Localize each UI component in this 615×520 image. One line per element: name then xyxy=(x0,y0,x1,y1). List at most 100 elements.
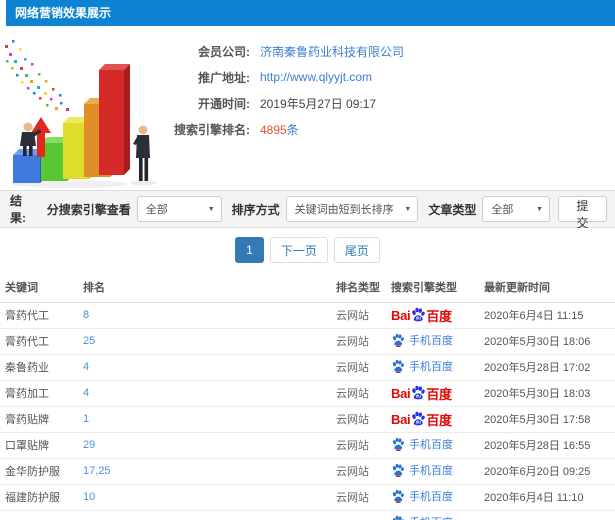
baidu-bai-text: Bai xyxy=(391,411,411,427)
company-row: 会员公司: 济南秦鲁药业科技有限公司 xyxy=(170,38,404,64)
cell-keyword xyxy=(0,510,83,520)
pagination: 1 下一页 尾页 xyxy=(0,228,615,272)
chevron-down-icon: ▼ xyxy=(536,205,544,213)
cell-time: 2020年6月20日 09:25 xyxy=(484,458,615,485)
mobile-baidu-paw-icon xyxy=(392,437,404,451)
last-page-button[interactable]: 尾页 xyxy=(333,237,380,263)
confetti-dots xyxy=(5,40,69,111)
cell-rank-type: 云网站 xyxy=(336,432,391,459)
baidu-cn-text: 百度 xyxy=(426,386,452,402)
cell-keyword: 金华防护服 xyxy=(0,458,83,485)
article-select-value: 全部 xyxy=(491,204,514,216)
cell-keyword: 秦鲁药业 xyxy=(0,354,83,381)
cell-rank[interactable] xyxy=(83,510,336,520)
engine-select-value: 全部 xyxy=(145,204,168,216)
cell-time: 2020年5月28日 16:55 xyxy=(484,432,615,459)
engine-select[interactable]: 全部 ▼ xyxy=(136,196,222,222)
cell-time xyxy=(484,510,615,520)
page-title-bar: 网络营销效果展示 xyxy=(6,0,615,26)
mobile-baidu-paw-icon xyxy=(392,489,404,503)
mobile-baidu-text: 手机百度 xyxy=(409,335,453,347)
cell-rank-type: 云网站 xyxy=(336,354,391,381)
company-link[interactable]: 济南秦鲁药业科技有限公司 xyxy=(260,43,404,60)
baidu-mobile-badge: 手机百度 xyxy=(391,462,453,478)
promo-url-row: 推广地址: http://www.qlyyjt.com xyxy=(170,64,404,90)
cell-keyword: 口罩贴牌 xyxy=(0,432,83,459)
engine-rank-row: 搜索引擎排名: 4895条 xyxy=(170,116,404,142)
baidu-pc-badge: Bai du 百度 xyxy=(391,410,452,429)
baidu-paw-icon: du xyxy=(412,411,426,425)
table-header-row: 关键词 排名 排名类型 搜索引擎类型 最新更新时间 xyxy=(0,272,615,303)
cell-rank[interactable]: 25 xyxy=(83,328,336,355)
table-row: 金华防护服 17,25 云网站 Bai du 百度 xyxy=(0,458,615,485)
cell-keyword: 膏药代工 xyxy=(0,302,83,329)
sort-select[interactable]: 关键词由短到长排序 ▼ xyxy=(285,196,419,222)
article-type-select[interactable]: 全部 ▼ xyxy=(482,196,551,222)
chevron-down-icon: ▼ xyxy=(207,205,215,213)
article-type-label: 文章类型 xyxy=(428,202,477,217)
cell-time: 2020年5月28日 17:02 xyxy=(484,354,615,381)
baidu-cn-text: 百度 xyxy=(426,412,452,428)
sort-filter-label: 排序方式 xyxy=(231,202,280,217)
header-update-time: 最新更新时间 xyxy=(484,272,615,303)
result-label: 结果: xyxy=(10,194,26,225)
next-page-button[interactable]: 下一页 xyxy=(269,237,328,263)
baidu-bai-text: Bai xyxy=(391,307,411,323)
bar-chart-illustration xyxy=(0,26,170,190)
cell-time: 2020年5月30日 17:58 xyxy=(484,406,615,433)
cell-rank[interactable]: 1 xyxy=(83,406,336,433)
cell-engine: Bai du 百度 xyxy=(391,302,484,329)
sort-select-value: 关键词由短到长排序 xyxy=(294,204,394,216)
svg-text:du: du xyxy=(416,419,421,424)
page-1-button[interactable]: 1 xyxy=(235,237,264,263)
page-title: 网络营销效果展示 xyxy=(15,6,112,20)
cell-time: 2020年6月4日 11:15 xyxy=(484,302,615,329)
table-row: 秦鲁药业 4 云网站 Bai du 百度 xyxy=(0,354,615,381)
cell-rank-type: 云网站 xyxy=(336,380,391,407)
cell-rank-type: 云网站 xyxy=(336,302,391,329)
baidu-pc-badge: Bai du 百度 xyxy=(391,384,452,403)
open-time-label: 开通时间: xyxy=(198,96,250,111)
cell-engine: Bai du 百度 xyxy=(391,354,484,381)
cell-rank-type: 云网站 xyxy=(336,484,391,511)
growth-chart-image xyxy=(5,40,156,188)
cell-rank[interactable]: 10 xyxy=(83,484,336,511)
cell-rank-type xyxy=(336,510,391,520)
promo-url-label: 推广地址: xyxy=(198,70,250,85)
header-rank: 排名 xyxy=(83,272,336,303)
cell-rank[interactable]: 4 xyxy=(83,380,336,407)
table-row: 口罩贴牌 29 云网站 Bai du 百度 xyxy=(0,432,615,459)
open-time-row: 开通时间: 2019年5月27日 09:17 xyxy=(170,90,404,116)
submit-button[interactable]: 提交 xyxy=(558,196,607,230)
mobile-baidu-paw-icon xyxy=(392,359,404,373)
cell-rank-type: 云网站 xyxy=(336,458,391,485)
cell-keyword: 膏药代工 xyxy=(0,328,83,355)
cell-engine: Bai du 百度 xyxy=(391,328,484,355)
chevron-down-icon: ▼ xyxy=(404,205,412,213)
header-keyword: 关键词 xyxy=(0,272,83,303)
cell-rank[interactable]: 8 xyxy=(83,302,336,329)
cell-rank[interactable]: 17,25 xyxy=(83,458,336,485)
cell-keyword: 福建防护服 xyxy=(0,484,83,511)
table-row: 膏药贴牌 1 云网站 Bai du 百度 2020年5月30日 17:58 xyxy=(0,406,615,433)
engine-filter-label: 分搜索引擎查看 xyxy=(46,202,131,217)
table-row: Bai du 百度 xyxy=(0,510,615,520)
table-row: 膏药代工 25 云网站 Bai du 百度 xyxy=(0,328,615,355)
cell-engine: Bai du 百度 xyxy=(391,510,484,520)
cell-rank[interactable]: 4 xyxy=(83,354,336,381)
mobile-baidu-text: 手机百度 xyxy=(409,439,453,451)
engine-rank-label: 搜索引擎排名: xyxy=(174,122,250,137)
company-label: 会员公司: xyxy=(198,44,250,59)
cell-rank[interactable]: 29 xyxy=(83,432,336,459)
cell-keyword: 膏药贴牌 xyxy=(0,406,83,433)
header-engine-type: 搜索引擎类型 xyxy=(391,272,484,303)
cell-engine: Bai du 百度 xyxy=(391,484,484,511)
baidu-mobile-badge: 手机百度 xyxy=(391,488,453,504)
engine-rank-value: 4895条 xyxy=(260,121,299,138)
cell-engine: Bai du 百度 xyxy=(391,380,484,407)
cell-rank-type: 云网站 xyxy=(336,328,391,355)
baidu-paw-icon: du xyxy=(412,385,426,399)
cell-engine: Bai du 百度 xyxy=(391,406,484,433)
promo-url-link[interactable]: http://www.qlyyjt.com xyxy=(260,70,372,84)
svg-text:du: du xyxy=(416,393,421,398)
